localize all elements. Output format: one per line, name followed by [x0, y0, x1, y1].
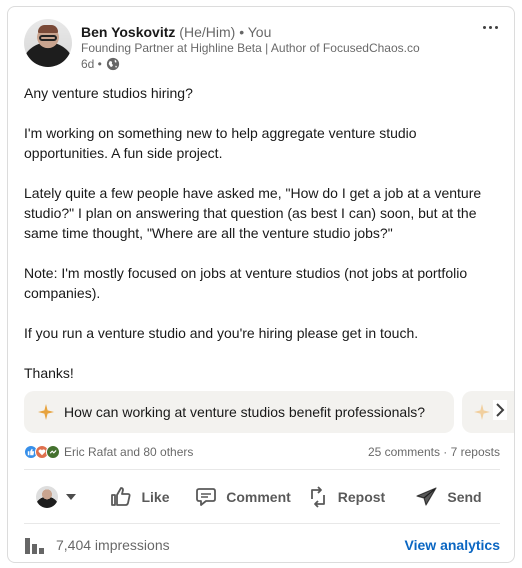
- comment-label: Comment: [226, 489, 291, 505]
- repost-label: Repost: [337, 489, 386, 505]
- divider: [24, 469, 500, 470]
- impressions-count: 7,404 impressions: [56, 537, 170, 553]
- ai-prompt-text: How can working at venture studios benef…: [64, 404, 426, 420]
- impressions[interactable]: 7,404 impressions: [24, 536, 170, 554]
- like-button[interactable]: Like: [88, 477, 191, 517]
- post-text: Any venture studios hiring? I'm working …: [24, 83, 504, 383]
- post-paragraph: I'm working on something new to help agg…: [24, 125, 417, 161]
- reaction-icons[interactable]: [24, 445, 60, 459]
- post-meta: 6d •: [81, 56, 120, 72]
- view-analytics-link[interactable]: View analytics: [405, 537, 500, 553]
- repost-icon: [310, 486, 325, 508]
- action-bar: Like Comment Repost Send: [24, 477, 500, 517]
- like-label: Like: [141, 489, 170, 505]
- bar-chart-icon: [25, 538, 44, 554]
- post-time: 6d •: [81, 57, 102, 71]
- more-options-icon[interactable]: [480, 19, 500, 35]
- send-label: Send: [447, 489, 482, 505]
- support-reaction-icon: [46, 445, 60, 459]
- comment-button[interactable]: Comment: [191, 477, 294, 517]
- social-counts: Eric Rafat and 80 others 25 comments · 7…: [24, 443, 500, 461]
- divider: [24, 523, 500, 524]
- post-paragraph: Any venture studios hiring?: [24, 85, 193, 101]
- globe-icon: [106, 57, 120, 71]
- reactors-text[interactable]: Eric Rafat and 80 others: [64, 445, 193, 459]
- post-paragraph: Note: I'm mostly focused on jobs at vent…: [24, 265, 468, 301]
- ai-prompt-chip-next[interactable]: [462, 391, 514, 433]
- author-headline: Founding Partner at Highline Beta | Auth…: [81, 41, 420, 55]
- repost-button[interactable]: Repost: [294, 477, 397, 517]
- sparkle-icon: [474, 404, 490, 420]
- send-icon: [416, 487, 437, 506]
- chevron-right-icon[interactable]: [493, 400, 507, 420]
- author-avatar[interactable]: [24, 19, 72, 67]
- avatar: [36, 486, 58, 508]
- author-pronouns: (He/Him): [179, 24, 236, 40]
- connection-degree: • You: [239, 24, 272, 40]
- chevron-down-icon: [66, 494, 76, 500]
- post-paragraph: Lately quite a few people have asked me,…: [24, 185, 482, 241]
- author-name[interactable]: Ben Yoskovitz: [81, 24, 175, 40]
- comments-reposts-count[interactable]: 25 comments · 7 reposts: [368, 445, 500, 459]
- post-paragraph: If you run a venture studio and you're h…: [24, 325, 419, 341]
- sparkle-icon: [38, 404, 54, 420]
- comment-icon: [196, 488, 217, 506]
- post-paragraph: Thanks!: [24, 365, 74, 381]
- post-footer: 7,404 impressions View analytics: [24, 533, 500, 557]
- author-name-line: Ben Yoskovitz (He/Him) • You: [81, 23, 271, 41]
- thumbs-up-icon: [111, 487, 131, 506]
- post-card: Ben Yoskovitz (He/Him) • You Founding Pa…: [7, 6, 515, 563]
- react-as-selector[interactable]: [24, 486, 88, 508]
- send-button[interactable]: Send: [397, 477, 500, 517]
- ai-prompt-chip[interactable]: How can working at venture studios benef…: [24, 391, 454, 433]
